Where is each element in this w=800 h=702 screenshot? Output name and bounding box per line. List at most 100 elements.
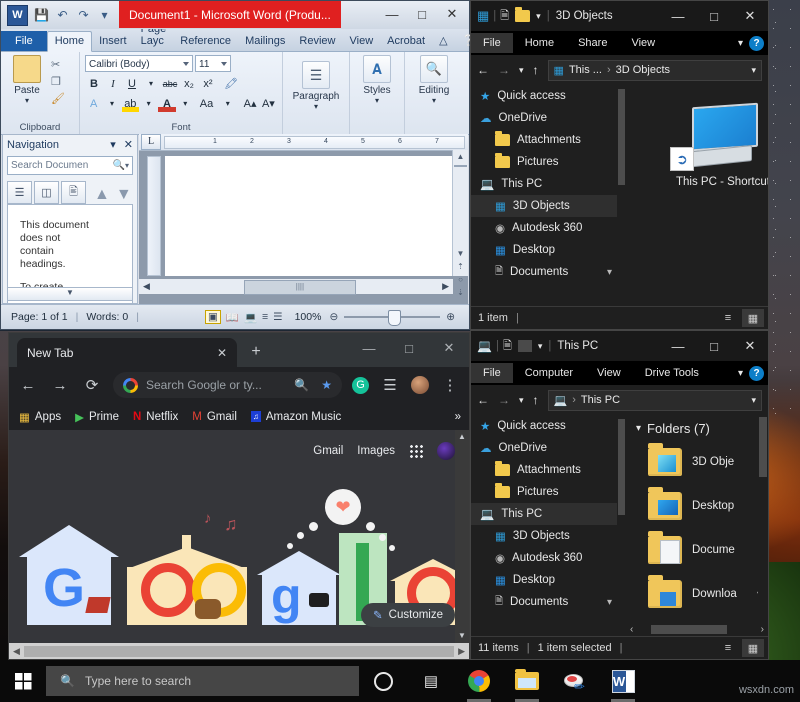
reading-list-icon[interactable]: ☰ xyxy=(379,374,401,396)
zoom-slider[interactable] xyxy=(344,316,440,318)
word-window-controls[interactable]: — □ ✕ xyxy=(377,3,467,25)
scroll-thumb[interactable] xyxy=(759,417,767,477)
exp2-window-controls[interactable]: — □ ✕ xyxy=(660,331,768,361)
bookmark-apps[interactable]: ▦ Apps xyxy=(19,410,61,424)
underline-button[interactable]: U xyxy=(123,75,141,92)
scroll-left-icon[interactable]: ◀ xyxy=(9,646,24,657)
details-view-button[interactable]: ≡ xyxy=(717,309,739,327)
maximize-button[interactable]: □ xyxy=(696,1,732,31)
word-ribbon[interactable]: Paste ▾ ✂ ❐ 🖌 Clipboard Calibri (Body) xyxy=(1,52,469,135)
exp2-ribbon-right[interactable]: ▾ ? xyxy=(738,366,764,381)
ntp-link-images[interactable]: Images xyxy=(357,445,395,457)
tab-computer[interactable]: Computer xyxy=(513,363,585,383)
select-browse-object-icon[interactable]: ○ xyxy=(458,275,463,284)
scroll-thumb[interactable] xyxy=(618,419,625,515)
new-folder-icon[interactable] xyxy=(518,340,532,352)
navigation-pane-tabs[interactable]: ☰ ◫ 🖹 ▲ ▼ xyxy=(3,177,137,204)
save-icon[interactable]: 💾 xyxy=(32,6,51,25)
chevron-down-icon[interactable]: ▾ xyxy=(432,96,436,105)
tab-insert[interactable]: Insert xyxy=(92,32,134,51)
file-explorer-taskbar-icon[interactable] xyxy=(503,660,551,702)
forward-icon[interactable]: → xyxy=(49,374,71,396)
bookmark-amazon-music[interactable]: ♫ Amazon Music xyxy=(251,411,341,423)
scroll-down-icon[interactable]: ▼ xyxy=(457,249,465,258)
forward-icon[interactable]: → xyxy=(498,393,510,407)
tree-item-3d-objects[interactable]: ▦ 3D Objects xyxy=(471,525,626,547)
scroll-thumb[interactable] xyxy=(24,646,454,657)
explorer-3d-objects-window[interactable]: ▦ | 🗎 ▾ | 3D Objects — □ ✕ File Home Sha… xyxy=(470,0,769,330)
ribbon-group-clipboard[interactable]: Paste ▾ ✂ ❐ 🖌 Clipboard xyxy=(1,52,80,134)
breadcrumb-item-this-pc[interactable]: This ... xyxy=(569,64,602,76)
tab-references[interactable]: Reference xyxy=(173,32,238,51)
document-vertical-scrollbar[interactable]: ▲ ▼ ⇡ ○ ⇣ xyxy=(452,150,468,276)
horizontal-ruler[interactable]: L 1 2 3 4 5 6 7 xyxy=(139,134,468,151)
tab-home[interactable]: Home xyxy=(47,31,92,52)
scroll-left-icon[interactable]: ‹ xyxy=(626,624,637,635)
scroll-right-icon[interactable]: › xyxy=(757,624,768,635)
tab-view[interactable]: View xyxy=(343,32,381,51)
exp2-content-vscrollbar[interactable] xyxy=(758,415,768,615)
breadcrumb-item-this-pc[interactable]: This PC xyxy=(581,394,620,406)
back-icon[interactable]: ← xyxy=(17,374,39,396)
recent-locations-icon[interactable]: ▾ xyxy=(519,65,524,76)
new-folder-icon[interactable] xyxy=(515,10,530,22)
bookmark-netflix[interactable]: N Netflix xyxy=(133,411,178,423)
properties-icon[interactable]: 🗎 xyxy=(500,7,509,26)
shrink-font-icon[interactable]: A▾ xyxy=(260,95,277,112)
italic-button[interactable]: I xyxy=(104,75,122,92)
chevron-down-icon[interactable]: ▾ xyxy=(177,95,194,112)
scroll-down-icon[interactable]: ▼ xyxy=(457,631,467,639)
up-icon[interactable]: ↑ xyxy=(533,393,539,407)
document-page[interactable] xyxy=(165,156,452,276)
bookmark-gmail[interactable]: M Gmail xyxy=(192,411,237,423)
customize-qat-icon[interactable]: ▾ xyxy=(536,11,541,22)
word-app-icon[interactable]: W xyxy=(7,5,28,26)
editing-button[interactable]: 🔍 Editing ▾ xyxy=(412,55,456,105)
exp2-breadcrumb[interactable]: 💻 › This PC ▾ xyxy=(548,390,762,411)
bookmark-star-icon[interactable]: ★ xyxy=(321,378,332,392)
minimize-button[interactable]: — xyxy=(660,1,696,31)
exp2-content-hscrollbar[interactable]: ‹ › xyxy=(626,621,768,637)
details-view-button[interactable]: ≡ xyxy=(717,639,739,657)
tree-item-desktop[interactable]: ▦ Desktop xyxy=(471,239,626,261)
view-full-screen-reading-button[interactable]: 📖 xyxy=(226,311,239,324)
font-name-input[interactable]: Calibri (Body) xyxy=(85,55,193,72)
close-button[interactable]: ✕ xyxy=(732,1,768,31)
chrome-new-tab-page[interactable]: Gmail Images G ♪ ♫ g xyxy=(9,430,469,643)
font-color-icon[interactable]: A xyxy=(158,95,175,112)
format-painter-icon[interactable]: 🖌 xyxy=(51,92,65,105)
scroll-thumb[interactable] xyxy=(618,89,625,185)
exp2-body[interactable]: ★ Quick access ☁ OneDrive Attachments Pi… xyxy=(471,415,768,637)
exp1-tree-scrollbar[interactable] xyxy=(617,85,626,307)
ribbon-group-editing[interactable]: 🔍 Editing ▾ xyxy=(405,52,463,134)
headings-tab[interactable]: ☰ xyxy=(7,181,32,204)
exp1-navigation-tree[interactable]: ★ Quick access ☁ OneDrive Attachments Pi… xyxy=(471,85,626,307)
minimize-ribbon-icon[interactable]: △ xyxy=(432,31,454,51)
chevron-down-icon[interactable]: ▾ xyxy=(110,138,116,151)
chevron-right-icon[interactable]: › xyxy=(607,64,611,76)
cut-icon[interactable]: ✂ xyxy=(51,58,65,71)
tree-item-this-pc[interactable]: 💻 This PC xyxy=(471,503,626,525)
tree-item-pictures[interactable]: Pictures xyxy=(471,151,626,173)
omnibox[interactable]: Search Google or ty... 🔍 ★ xyxy=(113,372,342,398)
view-web-layout-button[interactable]: 💻 xyxy=(244,311,257,324)
minimize-button[interactable]: — xyxy=(377,3,407,25)
grow-font-icon[interactable]: A▴ xyxy=(241,95,258,112)
exp1-navbar[interactable]: ← → ▾ ↑ ▦ This ... › 3D Objects ▾ xyxy=(471,55,768,85)
chevron-down-icon[interactable]: ▾ xyxy=(103,95,120,112)
close-icon[interactable]: ✕ xyxy=(124,138,133,151)
explorer-this-pc-window[interactable]: 💻 | 🗎 ▾ | This PC — □ ✕ File Computer Vi… xyxy=(470,330,769,660)
tab-acrobat[interactable]: Acrobat xyxy=(380,32,432,51)
chrome-horizontal-scrollbar[interactable]: ◀ ▶ xyxy=(9,643,469,659)
tree-item-this-pc[interactable]: 💻 This PC xyxy=(471,173,626,195)
task-view-icon[interactable]: ▤ xyxy=(407,660,455,702)
back-icon[interactable]: ← xyxy=(477,393,489,407)
maximize-button[interactable]: □ xyxy=(696,331,732,361)
tree-item-attachments[interactable]: Attachments xyxy=(471,129,626,151)
close-tab-icon[interactable]: ✕ xyxy=(217,346,227,360)
tab-mailings[interactable]: Mailings xyxy=(238,32,292,51)
tab-drive-tools[interactable]: Drive Tools xyxy=(633,363,711,383)
ntp-top-links[interactable]: Gmail Images xyxy=(9,430,469,460)
windows-start-icon[interactable] xyxy=(0,660,46,702)
copy-icon[interactable]: ❐ xyxy=(51,75,65,88)
